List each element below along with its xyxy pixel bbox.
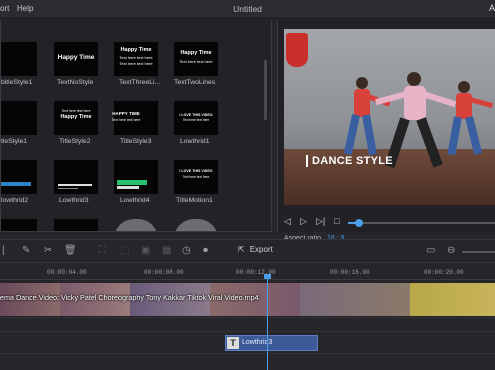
library-thumb: I LOVE THIS VIDEO Text here text here (174, 160, 218, 194)
play-icon[interactable]: ▷ (300, 216, 307, 227)
prev-frame-icon[interactable]: ◁ (284, 216, 291, 227)
mosaic-icon[interactable]: ▦ (162, 245, 171, 256)
video-caption-overlay: DANCE STYLE (306, 155, 393, 167)
library-thumb: Text here text here Happy Time (54, 101, 98, 135)
player-controls: ◁ ▷ ▷| □ (284, 216, 495, 228)
library-thumb (174, 219, 218, 231)
seek-knob[interactable] (354, 219, 363, 227)
library-thumb (1, 160, 37, 194)
stop-icon[interactable]: □ (334, 216, 339, 226)
library-thumb (54, 219, 98, 231)
export-icon: ⇱ (238, 245, 245, 254)
timeline-ruler[interactable]: 00:00:04.00 00:00:08.00 00:00:12.00 00:0… (0, 263, 495, 281)
library-thumb: HAPPY TIME Text here text here (112, 101, 158, 135)
tick-label: 00:00:16.00 (330, 269, 370, 276)
text-library-panel: bitleStyle1 Happy Time TextNoStyle Happy… (0, 20, 272, 232)
clock-icon[interactable]: ◷ (182, 245, 191, 256)
tick-label: 00:00:20.00 (424, 269, 464, 276)
library-thumb (1, 219, 37, 231)
playhead[interactable] (267, 276, 268, 370)
pencil-icon[interactable]: ✎ (22, 245, 30, 256)
trash-icon[interactable]: 🗑 (64, 245, 77, 256)
window-control[interactable]: A (489, 3, 495, 13)
export-button[interactable]: ⇱ Export (238, 245, 273, 254)
library-thumb (1, 42, 37, 76)
playhead-handle[interactable] (264, 274, 271, 279)
library-thumb (54, 160, 98, 194)
seek-bar[interactable] (348, 219, 495, 227)
text-clip[interactable]: T Lowthrid3 (225, 335, 318, 351)
library-thumb: Happy Time (54, 42, 98, 76)
title-bar: ort Help Untitled A (0, 0, 495, 19)
camera-icon[interactable]: ▣ (141, 245, 150, 256)
text-icon: T (227, 337, 239, 349)
preview-panel: DANCE STYLE ◁ ▷ ▷| □ Aspect ratio16 : 9 (277, 20, 495, 242)
transform-icon[interactable]: ⬚ (120, 245, 129, 256)
crop-icon[interactable]: ⛶ (99, 245, 106, 256)
video-logo (286, 33, 308, 67)
library-thumb: Happy Time Text here text here Text here… (114, 42, 158, 76)
ruler-baseline (0, 279, 495, 280)
library-scrollbar[interactable] (264, 60, 267, 120)
zoom-slider[interactable] (462, 251, 495, 253)
window-title: Untitled (233, 4, 262, 14)
video-preview: DANCE STYLE (284, 29, 495, 205)
empty-track (0, 318, 495, 332)
library-thumb (114, 160, 158, 194)
video-clip[interactable]: ema Dance Video: Vicky Patel Choreograph… (0, 283, 495, 316)
zoom-out-icon[interactable]: ⊖ (447, 245, 455, 256)
edit-toolbar: | ✎ ✂ 🗑 ⛶ ⬚ ▣ ▦ ◷ ⏺ ⇱ Export ▭ ⊖ (0, 239, 495, 263)
scissors-icon[interactable]: ✂ (44, 245, 52, 256)
library-thumb (114, 219, 158, 231)
library-thumb: I LOVE THIS VIDEO Text here text here (174, 101, 218, 135)
tick-label: 00:00:08.00 (144, 269, 184, 276)
fit-icon[interactable]: ▭ (426, 245, 435, 256)
library-thumb (1, 101, 37, 135)
tick-label: 00:00:04.00 (47, 269, 87, 276)
video-clip-name: ema Dance Video: Vicky Patel Choreograph… (0, 293, 259, 302)
next-frame-icon[interactable]: ▷| (316, 216, 325, 227)
divider-icon: | (2, 245, 5, 256)
mic-icon[interactable]: ⏺ (203, 245, 208, 256)
library-thumb: Happy Time Text here text here (174, 42, 218, 76)
